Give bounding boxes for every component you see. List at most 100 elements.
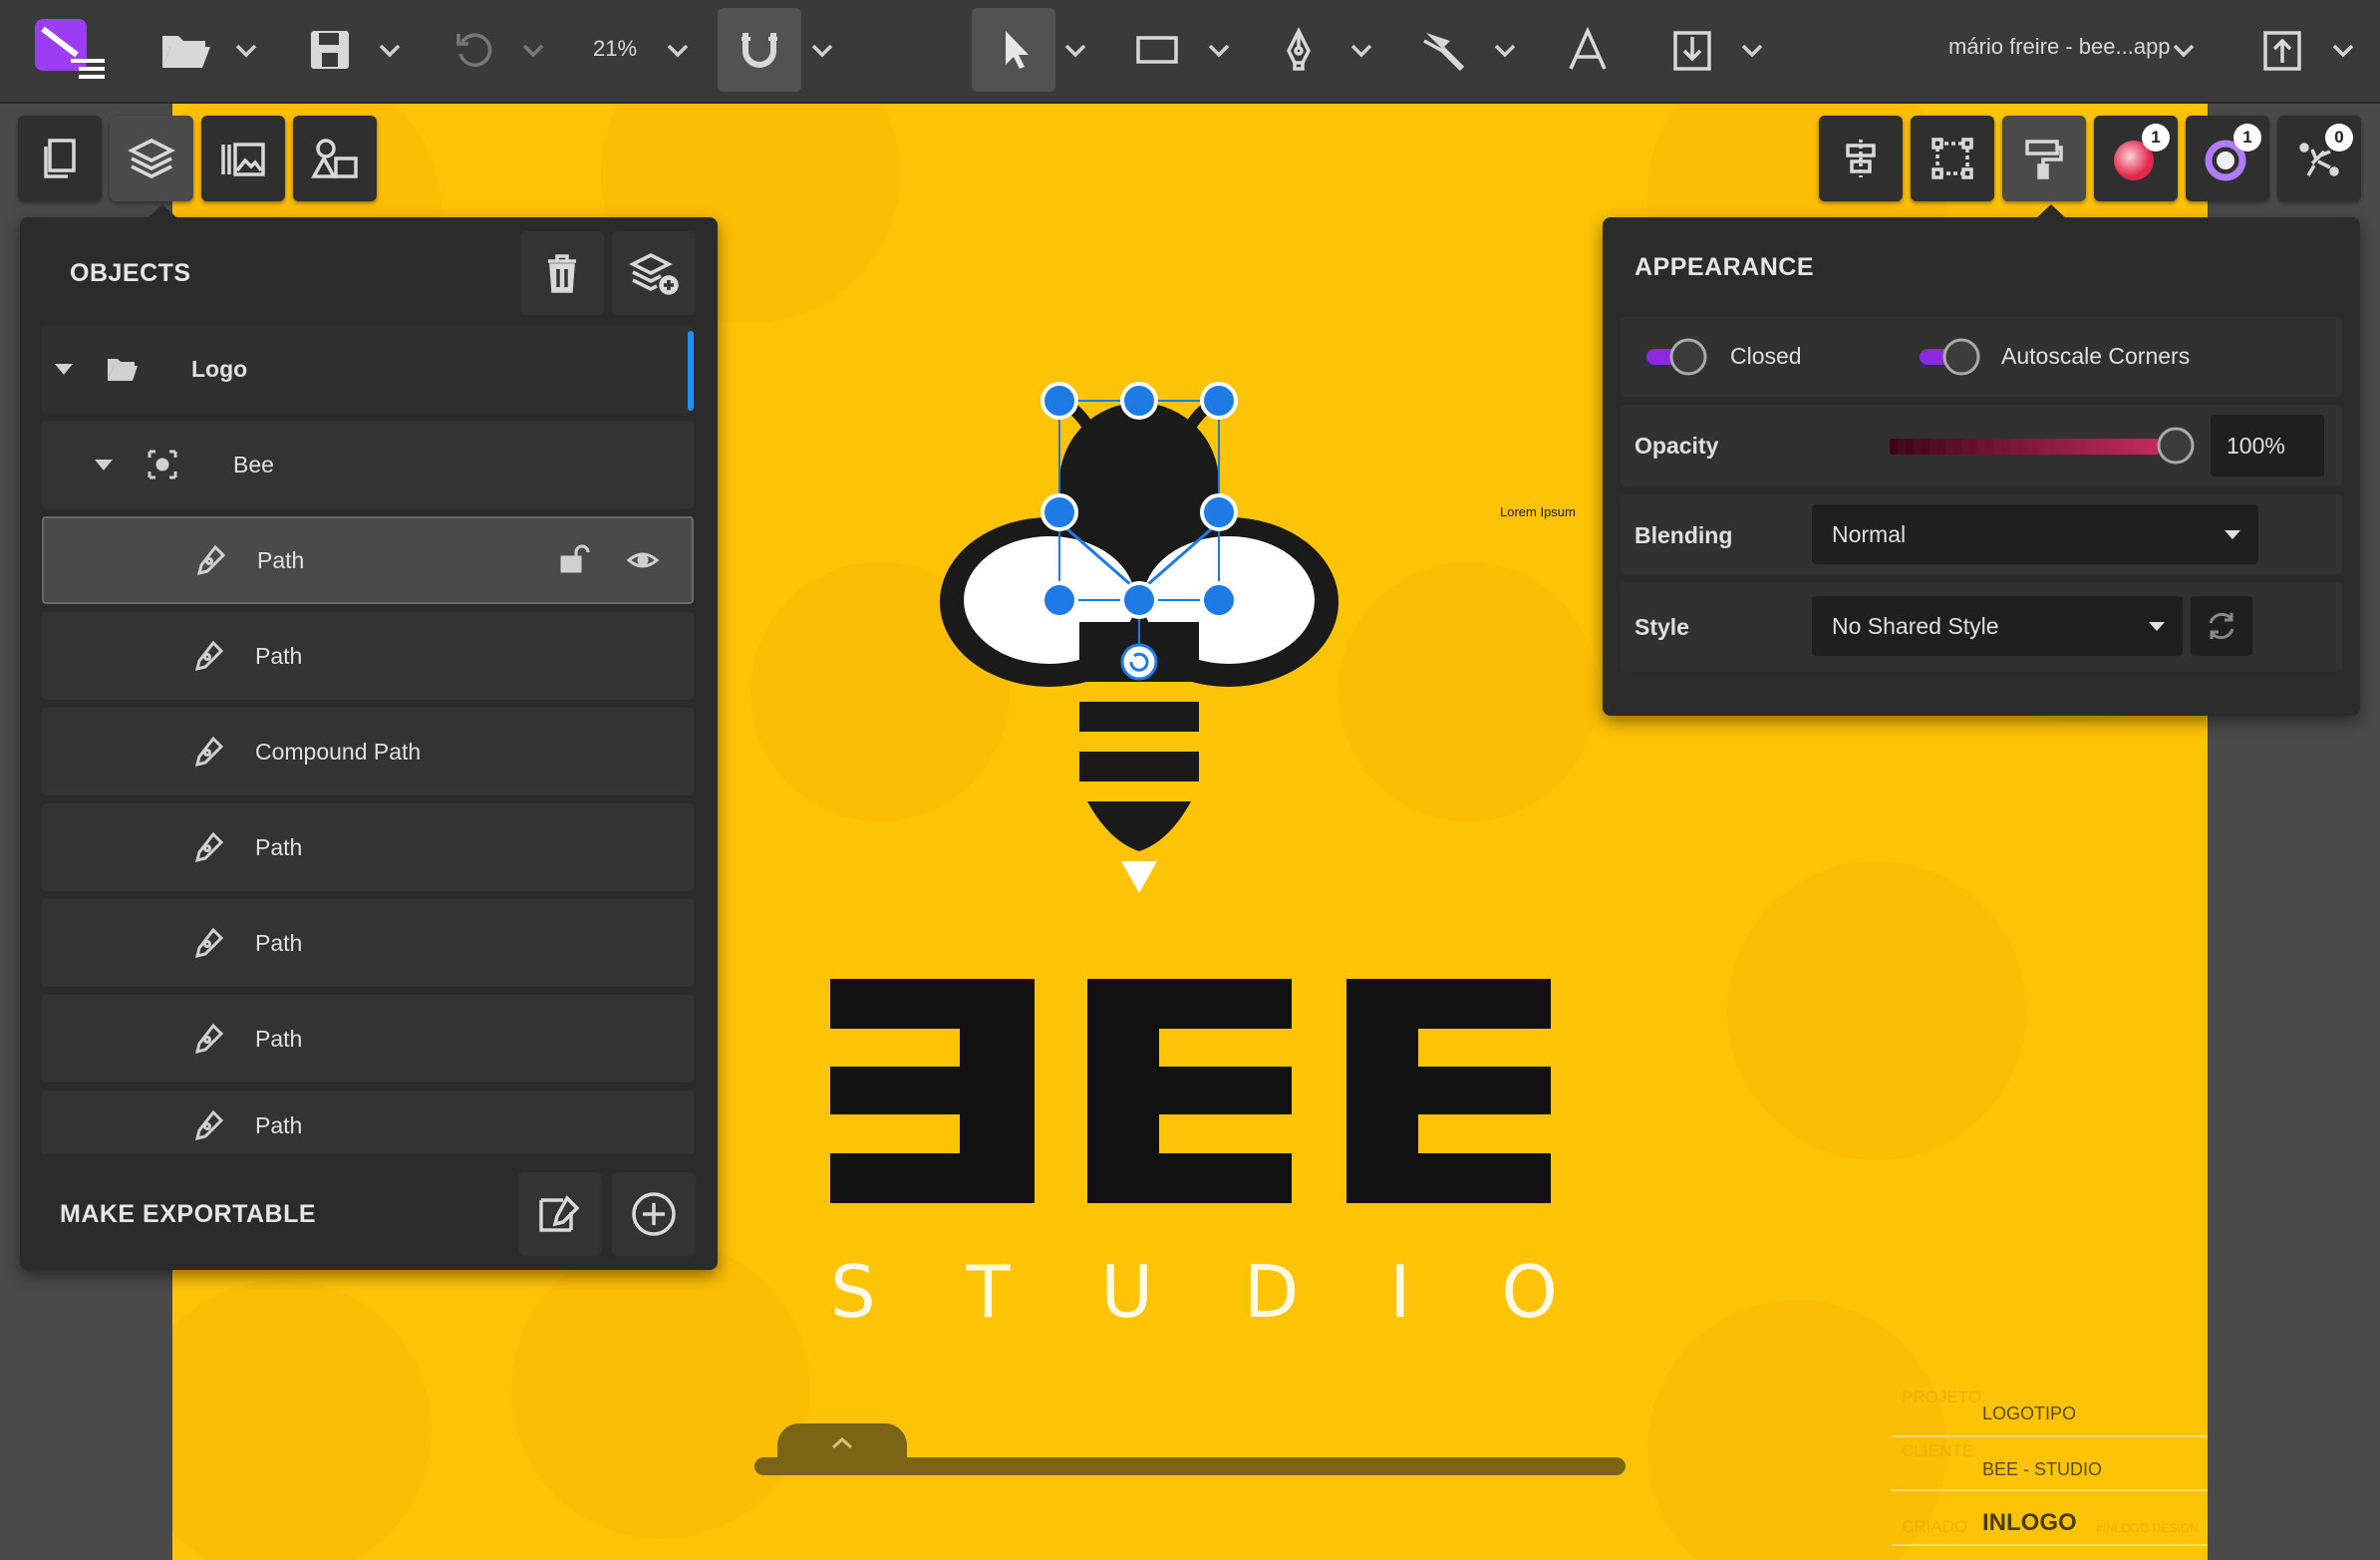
- chevron-up-icon: [832, 1436, 852, 1449]
- open-chevron-icon[interactable]: [231, 30, 261, 70]
- shapes-icon: [311, 139, 358, 178]
- bg-circle: [1727, 861, 2026, 1160]
- bee-illustration[interactable]: [930, 323, 1528, 961]
- pointer-icon[interactable]: [972, 8, 1055, 92]
- canvas-pages-tab[interactable]: [777, 1423, 907, 1461]
- footer-project-value: LOGOTIPO: [1982, 1404, 2077, 1423]
- footer-divider: [1892, 1544, 2208, 1546]
- caret-down-icon[interactable]: [52, 357, 76, 381]
- opacity-input[interactable]: 100%: [2211, 415, 2324, 476]
- zoom-chevron-icon[interactable]: [663, 30, 693, 70]
- export-slice-icon: [539, 1195, 580, 1232]
- footer-brand-sub: #INLOGO DESIGN: [2096, 1521, 2199, 1535]
- bg-circle: [511, 1240, 810, 1539]
- rectangle-chevron-icon[interactable]: [1204, 30, 1234, 70]
- horizontal-scrollbar[interactable]: [754, 1457, 1626, 1475]
- eye-icon[interactable]: [626, 543, 660, 577]
- transform-button[interactable]: [1911, 116, 1994, 201]
- layer-row-path[interactable]: Path: [42, 803, 694, 891]
- scroll-indicator: [688, 331, 694, 411]
- blending-row: Blending Normal: [1621, 494, 2342, 574]
- unlock-icon[interactable]: [558, 543, 592, 577]
- delete-button[interactable]: [520, 231, 604, 315]
- document-title[interactable]: mário freire - bee...app: [1948, 34, 2171, 60]
- caret-down-icon[interactable]: [92, 453, 116, 476]
- style-label: Style: [1635, 614, 1689, 640]
- layer-label: Bee: [233, 451, 274, 477]
- zoom-level[interactable]: 21%: [593, 36, 637, 62]
- rectangle-icon[interactable]: [1132, 8, 1182, 92]
- bee-logotype[interactable]: [830, 979, 1558, 1208]
- layer-label: Path: [255, 642, 303, 669]
- add-export-button[interactable]: [612, 1172, 696, 1256]
- add-layer-button[interactable]: [612, 231, 696, 315]
- stroke-button[interactable]: 1: [2186, 116, 2269, 201]
- export-icon[interactable]: [2254, 8, 2310, 92]
- shapes-button[interactable]: [293, 116, 377, 201]
- style-value: No Shared Style: [1832, 612, 1999, 639]
- pen-chevron-icon[interactable]: [1346, 30, 1376, 70]
- layer-row-path[interactable]: Path: [42, 612, 694, 700]
- studio-text[interactable]: S T U D I O: [830, 1250, 1558, 1334]
- layer-row-compound-path[interactable]: Compound Path: [42, 708, 694, 795]
- assets-button[interactable]: [201, 116, 285, 201]
- pointer-chevron-icon[interactable]: [1060, 30, 1090, 70]
- blending-select[interactable]: Normal: [1812, 504, 2258, 564]
- studio-letter: I: [1389, 1250, 1411, 1334]
- closed-label: Closed: [1730, 343, 1802, 369]
- lorem-text[interactable]: Lorem Ipsum: [1500, 504, 1576, 519]
- pages-button[interactable]: [18, 116, 102, 201]
- studio-letter: U: [1100, 1250, 1154, 1334]
- import-chevron-icon[interactable]: [1737, 30, 1767, 70]
- opacity-slider-thumb[interactable]: [2155, 425, 2197, 467]
- undo-chevron-icon[interactable]: [518, 30, 548, 70]
- objects-title: OBJECTS: [70, 259, 191, 287]
- layer-row-path-selected[interactable]: Path: [42, 516, 694, 604]
- pen-icon[interactable]: [1276, 8, 1322, 92]
- appearance-button[interactable]: [2002, 116, 2086, 201]
- import-icon[interactable]: [1664, 8, 1720, 92]
- brush-chevron-icon[interactable]: [1490, 30, 1520, 70]
- pen-path-icon: [196, 544, 226, 576]
- save-icon[interactable]: [295, 8, 365, 92]
- layer-row-bee[interactable]: Bee: [42, 421, 694, 508]
- footer-divider: [1892, 1489, 2208, 1491]
- save-chevron-icon[interactable]: [375, 30, 405, 70]
- layer-row-path[interactable]: Path: [42, 995, 694, 1083]
- footer-client-label: CLIENTE: [1902, 1441, 1973, 1460]
- sync-style-button[interactable]: [2191, 596, 2252, 656]
- layers-button[interactable]: [110, 116, 193, 201]
- blending-label: Blending: [1635, 522, 1733, 548]
- layers-icon: [128, 139, 175, 178]
- magnet-chevron-icon[interactable]: [807, 30, 837, 70]
- export-chevron-icon[interactable]: [2328, 30, 2358, 70]
- text-icon[interactable]: [1560, 8, 1616, 92]
- open-folder-icon[interactable]: [149, 8, 221, 92]
- export-slice-button[interactable]: [518, 1172, 602, 1256]
- studio-letter: O: [1501, 1250, 1558, 1334]
- align-button[interactable]: [1819, 116, 1903, 201]
- pen-path-icon: [194, 736, 224, 768]
- layer-row-logo[interactable]: Logo: [42, 325, 694, 413]
- style-select[interactable]: No Shared Style: [1812, 596, 2183, 656]
- fill-count-badge: 1: [2142, 124, 2170, 152]
- effects-button[interactable]: 0: [2277, 116, 2361, 201]
- footer-brand: INLOGO: [1982, 1509, 2077, 1536]
- image-library-icon: [221, 143, 265, 176]
- brush-icon[interactable]: [1415, 8, 1475, 92]
- document-chevron-icon[interactable]: [2169, 30, 2199, 70]
- pen-path-icon: [194, 1023, 224, 1055]
- transform-icon: [1932, 138, 1973, 179]
- layer-row-path[interactable]: Path: [42, 1091, 694, 1154]
- footer-divider: [1892, 1435, 2208, 1437]
- autoscale-toggle[interactable]: [1918, 337, 1983, 377]
- magnet-icon[interactable]: [718, 8, 801, 92]
- undo-icon[interactable]: [445, 8, 504, 92]
- layer-label: Compound Path: [255, 738, 422, 765]
- fill-button[interactable]: 1: [2094, 116, 2178, 201]
- layer-label: Path: [255, 1112, 303, 1138]
- closed-toggle[interactable]: [1644, 337, 1710, 377]
- opacity-slider-track[interactable]: [1890, 439, 2159, 455]
- app-logo[interactable]: [26, 8, 116, 92]
- layer-row-path[interactable]: Path: [42, 899, 694, 987]
